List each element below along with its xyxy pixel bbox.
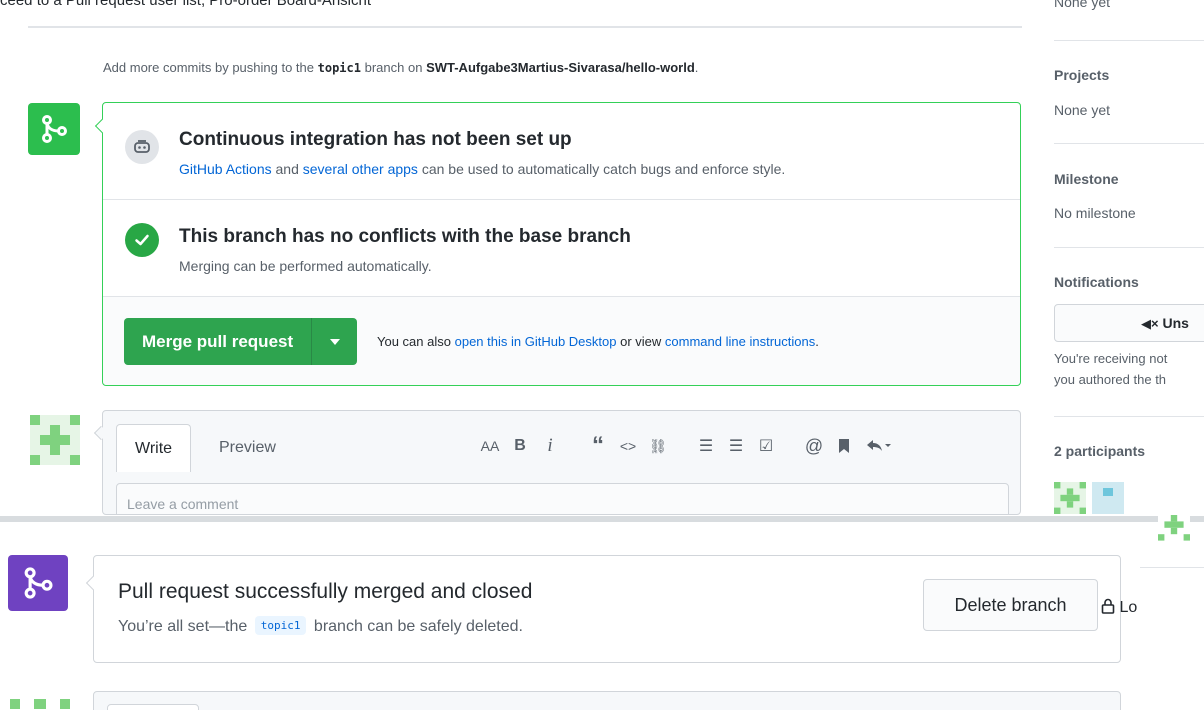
- sidebar-projects-label[interactable]: Projects: [1054, 67, 1109, 83]
- avatar[interactable]: [30, 415, 80, 465]
- participant-avatar[interactable]: [1092, 482, 1124, 514]
- markdown-toolbar: AA B i “ <> ⛓ ☰ ☰ ☑ @: [475, 431, 899, 461]
- merge-button-group: Merge pull request: [124, 318, 358, 365]
- command-line-link[interactable]: command line instructions: [665, 334, 815, 349]
- ordered-list-icon[interactable]: ☰: [721, 431, 751, 461]
- conflict-status-subtitle: Merging can be performed automatically.: [179, 258, 432, 274]
- merge-box: Continuous integration has not been set …: [94, 102, 1021, 386]
- conflict-status-section: This branch has no conflicts with the ba…: [103, 200, 1020, 297]
- italic-icon[interactable]: i: [535, 431, 565, 461]
- tab-preview[interactable]: Preview: [201, 424, 294, 472]
- previous-comment-text: ceed to a Pull request user list, Pro-or…: [0, 0, 372, 9]
- mute-icon: ◀×: [1141, 316, 1159, 331]
- merge-action-section: Merge pull request You can also open thi…: [103, 297, 1020, 385]
- link-icon[interactable]: ⛓: [643, 431, 673, 461]
- lock-conversation-link[interactable]: Lo: [1101, 598, 1137, 617]
- quote-icon[interactable]: “: [583, 431, 613, 461]
- code-icon[interactable]: <>: [613, 431, 643, 461]
- comment-textarea[interactable]: Leave a comment: [116, 483, 1009, 514]
- sidebar-participants-label: 2 participants: [1054, 443, 1146, 459]
- notification-note-line2: you authored the th: [1054, 372, 1167, 387]
- merge-method-dropdown[interactable]: [312, 318, 358, 365]
- sidebar-projects-value: None yet: [1054, 102, 1111, 118]
- branch-name: topic1: [254, 616, 307, 635]
- reply-icon[interactable]: [859, 431, 899, 461]
- sidebar-milestone-value: No milestone: [1054, 205, 1136, 221]
- task-list-icon[interactable]: ☑: [751, 431, 781, 461]
- merged-subtitle: You’re all set—the topic1 branch can be …: [118, 616, 523, 635]
- timeline-rule: [28, 26, 1022, 28]
- participant-avatar[interactable]: [1158, 515, 1190, 547]
- sidebar-top-value: None yet: [1054, 0, 1111, 10]
- comment-form: Write Preview AA B i “ <> ⛓ ☰ ☰ ☑ @ Leav…: [102, 410, 1021, 515]
- git-merge-icon: [8, 555, 68, 611]
- sidebar-milestone-label[interactable]: Milestone: [1054, 171, 1119, 187]
- bold-icon[interactable]: B: [505, 431, 535, 461]
- check-icon: [125, 223, 159, 257]
- notification-note-line1: You're receiving not: [1054, 351, 1168, 366]
- merge-hint: You can also open this in GitHub Desktop…: [377, 334, 819, 349]
- tab-write[interactable]: Write: [116, 424, 192, 472]
- branch-name: topic1: [317, 61, 361, 75]
- merged-title: Pull request successfully merged and clo…: [118, 580, 533, 603]
- tab-write[interactable]: [107, 704, 199, 710]
- avatar: [10, 693, 70, 710]
- push-note: Add more commits by pushing to the topic…: [103, 60, 699, 75]
- triangle-down-icon: [329, 338, 340, 345]
- open-in-desktop-link[interactable]: open this in GitHub Desktop: [455, 334, 617, 349]
- merge-pull-request-button[interactable]: Merge pull request: [124, 318, 313, 365]
- previous-comment-fragment: ceed to a Pull request user list, Pro-or…: [0, 0, 1020, 14]
- heading-icon[interactable]: AA: [475, 431, 505, 461]
- unsubscribe-button[interactable]: ◀× Uns: [1054, 304, 1204, 342]
- mention-icon[interactable]: @: [799, 431, 829, 461]
- sidebar-notifications-label: Notifications: [1054, 274, 1139, 290]
- unordered-list-icon[interactable]: ☰: [691, 431, 721, 461]
- comment-form: [93, 691, 1121, 710]
- screenshot-divider: [0, 516, 1204, 522]
- conflict-status-title: This branch has no conflicts with the ba…: [179, 226, 631, 247]
- repo-name: SWT-Aufgabe3Martius-Sivarasa/hello-world: [426, 60, 695, 75]
- merged-status-box: Pull request successfully merged and clo…: [85, 555, 1121, 663]
- lock-icon: [1101, 598, 1119, 616]
- bookmark-icon[interactable]: [829, 431, 859, 461]
- other-apps-link[interactable]: several other apps: [303, 161, 418, 177]
- ci-status-section: Continuous integration has not been set …: [103, 103, 1020, 200]
- git-merge-icon: [28, 103, 80, 155]
- robot-icon: [125, 130, 159, 164]
- github-actions-link[interactable]: GitHub Actions: [179, 161, 272, 177]
- ci-status-subtitle: GitHub Actions and several other apps ca…: [179, 161, 786, 177]
- participant-avatar[interactable]: [1054, 482, 1086, 514]
- ci-status-title: Continuous integration has not been set …: [179, 129, 572, 150]
